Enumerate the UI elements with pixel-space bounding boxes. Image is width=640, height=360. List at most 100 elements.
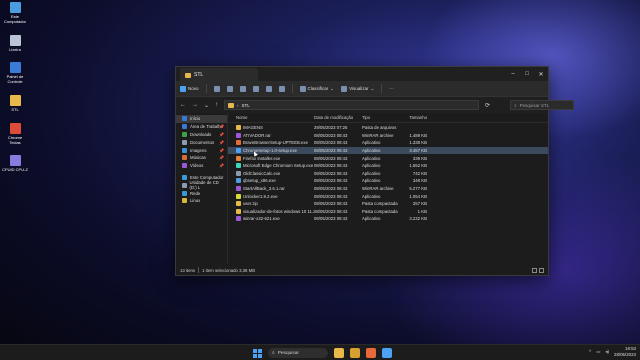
desktop-icon[interactable]: Este Computador	[2, 2, 28, 25]
file-row[interactable]: ATIVADOR.rar 08/05/2023 08:43 WinRAR archi…	[228, 132, 548, 140]
view-button[interactable]: Visualizar ⌄	[341, 85, 375, 92]
file-row[interactable]: winrar-x32-621.exe 08/05/2023 08:43 Aplica…	[228, 215, 548, 223]
file-size: 1.552 KB	[409, 163, 427, 169]
file-date: 08/05/2023 08:43	[314, 148, 348, 154]
nav-item-label: Downloads	[190, 131, 212, 137]
file-name: Unlocker1.9.2.exe	[243, 193, 278, 199]
file-type: Aplicativo	[362, 155, 381, 161]
folder-icon[interactable]	[350, 348, 360, 358]
nav-item-icon	[182, 147, 187, 153]
nav-item[interactable]: Início	[176, 115, 227, 123]
tab-stl[interactable]: STL	[180, 68, 258, 82]
nav-item[interactable]: Área de Trabalho 📌	[176, 123, 227, 131]
windows-start-icon[interactable]	[253, 348, 262, 358]
copy-icon[interactable]	[226, 85, 233, 92]
media-icon[interactable]	[366, 348, 376, 358]
file-row[interactable]: OldClassicCalc.exe 08/05/2023 08:43 Aplica…	[228, 170, 548, 178]
address-bar[interactable]: › STL	[224, 100, 480, 110]
nav-item-icon	[182, 124, 187, 130]
column-type[interactable]: Tipo	[362, 115, 403, 120]
file-row[interactable]: qbsetup_x86.exe 08/05/2023 08:43 Aplicativ…	[228, 177, 548, 185]
paste-icon[interactable]	[239, 85, 246, 92]
recent-chevron-icon[interactable]: ⌄	[204, 102, 209, 109]
nav-item-icon	[182, 139, 187, 145]
item-count: 13 itens	[180, 267, 196, 273]
forward-icon[interactable]: →	[192, 102, 198, 108]
network-icon[interactable]: ▭	[596, 349, 600, 355]
file-row[interactable]: StartAllBack_3.6.1.rar 08/05/2023 08:43 Wi…	[228, 185, 548, 193]
desktop-icon[interactable]: CPUID CPU-Z	[2, 155, 28, 173]
nav-item[interactable]: Documentos 📌	[176, 138, 227, 146]
sort-button[interactable]: Classificar ⌄	[299, 85, 334, 92]
nav-item[interactable]: Unidade de CD (D:) L	[176, 180, 227, 190]
file-date: 08/05/2023 08:43	[314, 186, 348, 192]
close-icon[interactable]: ✕	[534, 67, 548, 81]
file-size: 1 KB	[417, 208, 427, 214]
rename-icon[interactable]	[252, 85, 259, 92]
column-date[interactable]: Data de modificação	[314, 115, 362, 120]
column-size[interactable]: Tamanho	[403, 115, 427, 120]
file-date: 08/05/2023 08:43	[314, 216, 348, 222]
nav-item[interactable]: Músicas 📌	[176, 154, 227, 162]
file-name-cell: user.zip	[228, 201, 314, 207]
column-name[interactable]: Nome	[228, 115, 314, 120]
desktop-icon[interactable]: Lixeira	[2, 34, 28, 53]
chevron-up-icon[interactable]: ^	[589, 349, 591, 354]
details-view-icon[interactable]	[532, 267, 537, 273]
delete-icon[interactable]	[278, 85, 285, 92]
file-row[interactable]: Microsoft Edge Chromium Setup.exe 08/05/2…	[228, 162, 548, 170]
file-size: 1.054 KB	[409, 193, 427, 199]
file-type-icon	[236, 216, 241, 222]
back-icon[interactable]: ←	[180, 102, 186, 108]
clock[interactable]: 18:53 28/05/2023	[614, 346, 636, 357]
up-icon[interactable]: ↑	[215, 102, 218, 108]
file-type: Aplicativo	[362, 170, 381, 176]
nav-item[interactable]: Vídeos 📌	[176, 162, 227, 170]
tiles-view-icon[interactable]	[539, 267, 544, 273]
desktop-icon[interactable]: Chrome Teclas	[2, 122, 28, 146]
file-explorer-icon[interactable]	[334, 348, 344, 358]
separator	[198, 267, 200, 273]
file-name-cell: visualizador-de-fotos windows 10 11.zip	[228, 208, 314, 214]
search-icon: ⌕	[514, 102, 517, 108]
more-button[interactable]: ···	[389, 86, 394, 91]
cut-icon[interactable]	[213, 85, 220, 92]
file-name: visualizador-de-fotos windows 10 11.zip	[243, 208, 314, 214]
store-icon[interactable]	[382, 348, 392, 358]
share-icon[interactable]	[265, 85, 272, 92]
nav-item-icon	[182, 155, 187, 161]
file-size: 5.277 KB	[409, 186, 427, 192]
file-row[interactable]: IMAGENS 29/05/2023 07:26 Pasta de arquivos	[228, 124, 548, 132]
nav-item[interactable]: Rede	[176, 189, 227, 197]
nav-item[interactable]: Linux	[176, 197, 227, 205]
file-type-icon	[236, 201, 241, 207]
file-row[interactable]: BraveBrowserSetup-UPTEEB.exe 08/05/2023 0…	[228, 139, 548, 147]
chevron-down-icon: ⌄	[370, 85, 375, 91]
file-row[interactable]: ChromeSetup-1.0-setup.exe 08/05/2023 08:4…	[228, 146, 548, 155]
file-name-cell: BraveBrowserSetup-UPTEEB.exe	[228, 140, 314, 146]
desktop-icon[interactable]: STL	[2, 94, 28, 113]
window-controls: – □ ✕	[506, 67, 548, 81]
file-row[interactable]: Firefox Installer.exe 08/05/2023 08:43 Apl…	[228, 154, 548, 162]
search-input[interactable]: ⌕ Pesquisar STL	[510, 100, 575, 110]
file-row[interactable]: visualizador-de-fotos windows 10 11.zip 0…	[228, 208, 548, 216]
volume-icon[interactable]: ◂)	[605, 349, 609, 355]
file-row[interactable]: Unlocker1.9.2.exe 08/05/2023 08:43 Aplicat…	[228, 192, 548, 200]
desktop-icon[interactable]: Painel de Controle	[2, 62, 28, 85]
maximize-icon[interactable]: □	[520, 67, 534, 81]
refresh-icon[interactable]: ⟳	[485, 102, 490, 109]
address-bar-row: ← → ⌄ ↑ › STL ⟳ ⌕ Pesquisar STL	[176, 97, 575, 113]
file-date: 08/05/2023 08:43	[314, 163, 348, 169]
file-row[interactable]: user.zip 08/05/2023 08:43 Pasta compactada…	[228, 200, 548, 208]
chevron-right-icon: ›	[237, 102, 239, 108]
taskbar-search[interactable]: ⌕ Pesquisar	[268, 348, 328, 358]
file-name-cell: winrar-x32-621.exe	[228, 216, 314, 222]
file-type-icon	[236, 132, 241, 138]
nav-item[interactable]: Imagens 📌	[176, 146, 227, 154]
minimize-icon[interactable]: –	[506, 67, 520, 81]
file-name-cell: OldClassicCalc.exe	[228, 170, 314, 176]
search-icon: ⌕	[272, 351, 275, 356]
new-button[interactable]: Novo	[180, 85, 199, 92]
nav-item[interactable]: Downloads 📌	[176, 131, 227, 139]
desktop-icon-label: Painel de Controle	[6, 74, 24, 85]
